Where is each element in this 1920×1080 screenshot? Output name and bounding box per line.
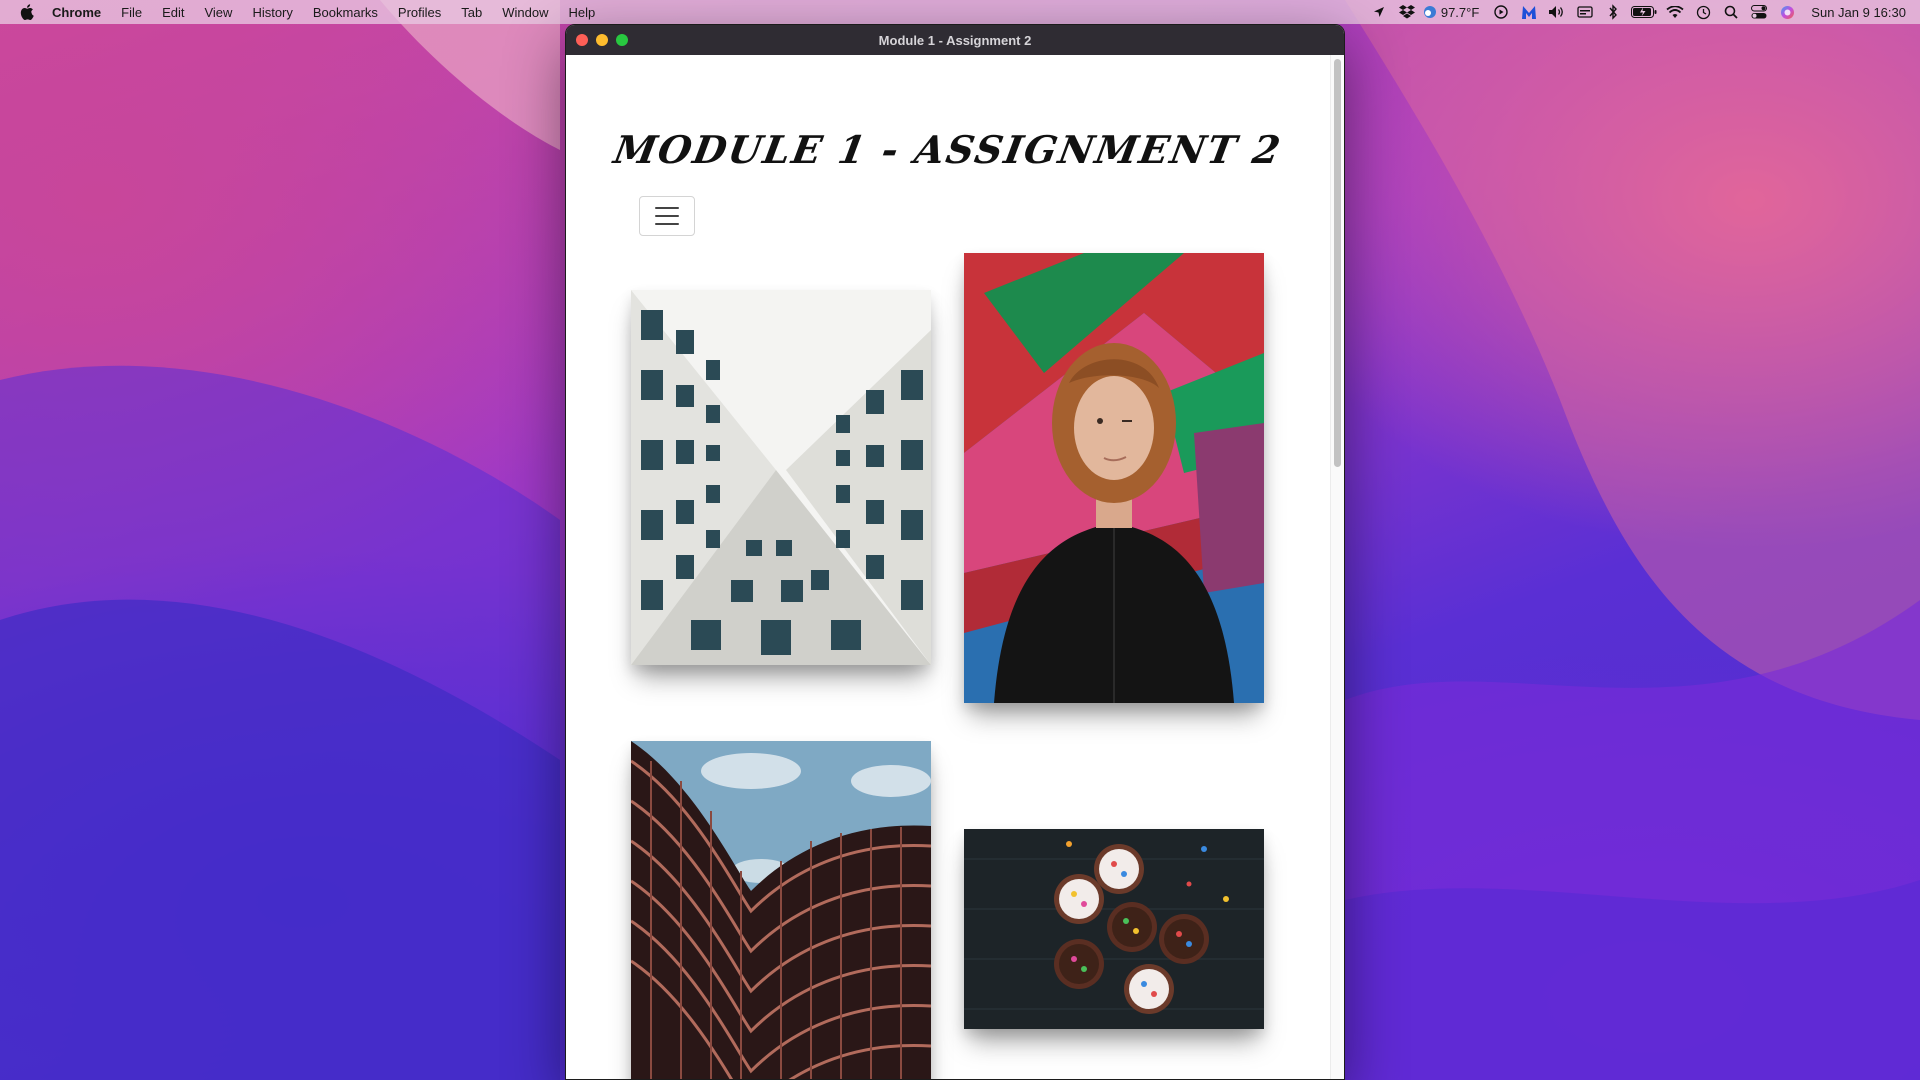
menu-view[interactable]: View — [204, 5, 232, 20]
window-title: Module 1 - Assignment 2 — [878, 32, 1032, 48]
hamburger-icon-line — [655, 215, 679, 217]
browser-window: Module 1 - Assignment 2 MODULE 1 - ASSIG… — [565, 24, 1345, 1080]
volume-icon[interactable] — [1543, 0, 1571, 24]
battery-icon[interactable] — [1627, 0, 1661, 24]
weather-temperature[interactable]: 97.7°F — [1441, 5, 1479, 20]
status-area: 97.7°F Sun Jan 9 16:30 — [1365, 0, 1906, 24]
siri-icon[interactable] — [1773, 0, 1801, 24]
weather-icon[interactable] — [1421, 0, 1439, 24]
close-window-button[interactable] — [576, 34, 588, 46]
page-title: MODULE 1 - ASSIGNMENT 2 — [610, 127, 1286, 172]
zoom-window-button[interactable] — [616, 34, 628, 46]
menu-help[interactable]: Help — [569, 5, 596, 20]
person-graffiti-wall-icon — [964, 253, 1264, 703]
keyboard-display-icon[interactable] — [1571, 0, 1599, 24]
cupcakes-icon — [964, 829, 1264, 1029]
malwarebytes-icon[interactable] — [1515, 0, 1543, 24]
menu-bookmarks[interactable]: Bookmarks — [313, 5, 378, 20]
time-machine-icon[interactable] — [1689, 0, 1717, 24]
dropbox-icon[interactable] — [1393, 0, 1421, 24]
hamburger-icon-line — [655, 223, 679, 225]
menu-edit[interactable]: Edit — [162, 5, 184, 20]
window-titlebar[interactable]: Module 1 - Assignment 2 — [566, 25, 1344, 55]
scrollbar-thumb[interactable] — [1334, 59, 1341, 467]
location-arrow-icon[interactable] — [1365, 0, 1393, 24]
menu-window[interactable]: Window — [502, 5, 548, 20]
minimize-window-button[interactable] — [596, 34, 608, 46]
menubar-clock[interactable]: Sun Jan 9 16:30 — [1811, 5, 1906, 20]
page-content: MODULE 1 - ASSIGNMENT 2 — [566, 55, 1344, 1079]
apple-icon[interactable] — [18, 3, 36, 21]
menu-bar: Chrome File Edit View History Bookmarks … — [0, 0, 1920, 24]
menu-file[interactable]: File — [121, 5, 142, 20]
spotlight-search-icon[interactable] — [1717, 0, 1745, 24]
menu-tab[interactable]: Tab — [461, 5, 482, 20]
navbar-toggle-button[interactable] — [639, 196, 695, 236]
bluetooth-icon[interactable] — [1599, 0, 1627, 24]
gallery-photo-cupcakes[interactable] — [964, 829, 1264, 1029]
wifi-icon[interactable] — [1661, 0, 1689, 24]
gallery-photo-building[interactable] — [631, 290, 931, 665]
menu-profiles[interactable]: Profiles — [398, 5, 441, 20]
menu-history[interactable]: History — [252, 5, 292, 20]
control-center-icon[interactable] — [1745, 0, 1773, 24]
play-circle-icon[interactable] — [1487, 0, 1515, 24]
gallery-photo-curved-building[interactable] — [631, 741, 931, 1079]
gallery-photo-portrait[interactable] — [964, 253, 1264, 703]
hamburger-icon — [655, 207, 679, 209]
vertical-scrollbar[interactable] — [1330, 55, 1344, 1079]
window-controls — [576, 34, 628, 46]
menu-app-name[interactable]: Chrome — [52, 5, 101, 20]
curved-building-icon — [631, 741, 931, 1079]
building-upward-view-icon — [631, 290, 931, 665]
